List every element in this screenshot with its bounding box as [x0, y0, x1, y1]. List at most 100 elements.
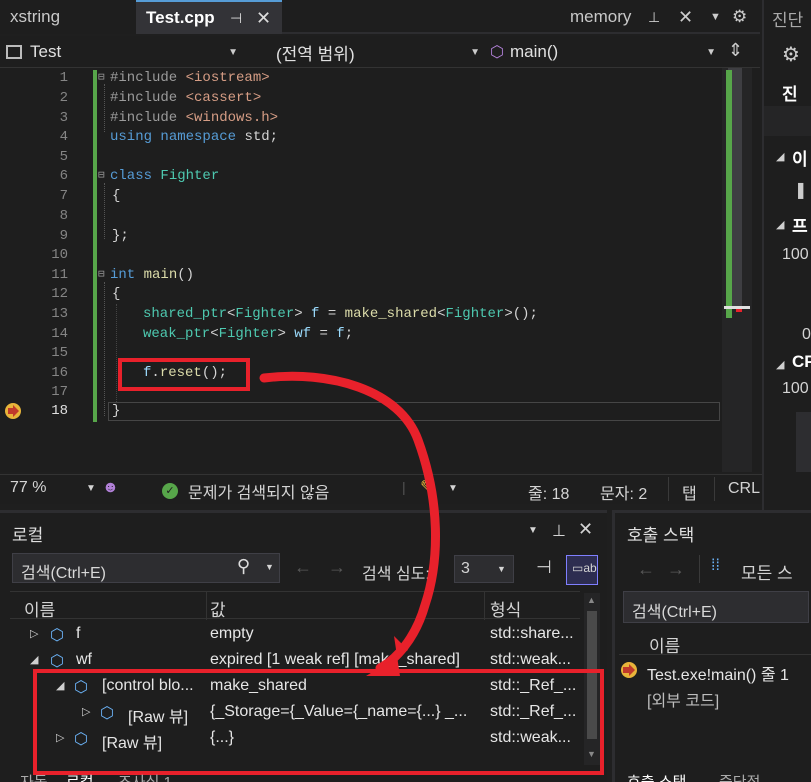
- column-indicator[interactable]: 문자: 2: [600, 480, 647, 504]
- current-line-highlight: [108, 402, 720, 421]
- chevron-down-icon[interactable]: ▼: [265, 562, 274, 572]
- tab-breakpoints[interactable]: 중단점: [719, 771, 760, 782]
- project-dropdown[interactable]: Test ▼: [6, 39, 242, 65]
- back-arrow-icon[interactable]: ←: [294, 557, 312, 578]
- close-icon[interactable]: ✕: [678, 7, 693, 28]
- forward-arrow-icon[interactable]: →: [328, 557, 346, 578]
- column-header-name[interactable]: 이름: [24, 596, 55, 621]
- code-line: shared_ptr<Fighter> f = make_shared<Figh…: [143, 306, 538, 322]
- divider: [714, 477, 715, 501]
- check-circle-icon: ✓: [162, 483, 178, 499]
- panel-title: 로컬: [12, 526, 44, 545]
- broom-icon[interactable]: ✎: [420, 477, 435, 498]
- close-icon[interactable]: ✕: [578, 519, 593, 540]
- tab-xstring[interactable]: xstring: [0, 0, 136, 34]
- divider: [699, 555, 700, 583]
- code-line: #include <windows.h>: [110, 110, 279, 126]
- tab-label: Test.cpp: [146, 8, 215, 27]
- change-overview: [726, 70, 732, 318]
- dropdown-icon[interactable]: ▼: [710, 11, 721, 23]
- search-icon[interactable]: ⚲: [237, 556, 250, 577]
- indent-guide: [116, 304, 117, 402]
- show-all-label[interactable]: 모든 스: [741, 559, 793, 584]
- search-depth-value: 3: [461, 560, 470, 577]
- collapse-icon[interactable]: ◢: [776, 358, 784, 371]
- chevron-down-icon: ▼: [86, 482, 96, 494]
- code-line: #include <iostream>: [110, 70, 270, 86]
- view-mode-button[interactable]: ▭ab: [566, 555, 598, 585]
- column-header-name[interactable]: 이름: [649, 632, 680, 657]
- member-dropdown[interactable]: ⬡ main() ▼: [490, 39, 720, 65]
- gear-icon[interactable]: ⚙: [732, 7, 747, 27]
- collapse-icon[interactable]: ◢: [776, 218, 784, 231]
- row-type: std::weak...: [490, 651, 571, 668]
- fold-icon[interactable]: ⊟: [98, 168, 105, 182]
- search-placeholder: 검색(Ctrl+E): [21, 565, 106, 582]
- callstack-row[interactable]: Test.exe!main() 줄 1: [619, 657, 811, 684]
- scroll-up-icon[interactable]: ▲: [587, 595, 596, 605]
- chevron-down-icon: ▼: [706, 46, 716, 58]
- bottom-tab-strip: 자동 로컬 조사식 1: [0, 771, 607, 782]
- navigation-bar: Test ▼ (전역 범위) ▼ ⬡ main() ▼ ⇕: [0, 36, 760, 68]
- tab-call-stack[interactable]: 호출 스택: [627, 771, 686, 782]
- collapse-icon[interactable]: ◢: [776, 150, 784, 163]
- chevron-down-icon[interactable]: ▼: [448, 483, 458, 494]
- copilot-icon[interactable]: ☻: [102, 479, 119, 497]
- pause-icon[interactable]: ❚❚: [794, 180, 811, 200]
- tab-test-cpp[interactable]: Test.cpp ⊣ ✕: [136, 0, 282, 34]
- zoom-select[interactable]: 77 % ▼: [10, 479, 96, 497]
- table-row[interactable]: ▷ ⬡ f empty std::share...: [10, 621, 580, 647]
- current-statement-arrow-icon: [5, 403, 21, 419]
- object-icon: ⬡: [50, 653, 64, 670]
- diagnostics-toolbar: [764, 106, 811, 136]
- line-indicator[interactable]: 줄: 18: [528, 480, 569, 504]
- pin-icon[interactable]: ⊥: [552, 521, 566, 541]
- annotation-box-reset: [118, 358, 250, 391]
- search-depth-select[interactable]: 3 ▼: [454, 555, 514, 583]
- forward-arrow-icon[interactable]: →: [667, 559, 685, 580]
- scope-dropdown[interactable]: (전역 범위) ▼: [248, 39, 484, 65]
- chevron-down-icon: ▼: [470, 46, 480, 58]
- scrollbar[interactable]: [796, 412, 811, 472]
- line-number: 9: [59, 228, 68, 244]
- diagnostics-tab-label[interactable]: 진단: [772, 6, 803, 31]
- fold-guide: [104, 183, 105, 239]
- vertical-scrollbar[interactable]: [722, 68, 752, 472]
- pin-icon[interactable]: ⊣: [230, 10, 242, 27]
- callstack-row[interactable]: [외부 코드]: [619, 683, 811, 710]
- close-icon[interactable]: ✕: [256, 8, 271, 29]
- split-icon[interactable]: ⇕: [728, 40, 743, 61]
- tab-indicator[interactable]: 탭: [682, 480, 697, 504]
- column-header-value[interactable]: 값: [210, 596, 226, 621]
- chevron-down-icon[interactable]: ▼: [528, 525, 538, 536]
- section-events: 이: [792, 150, 808, 169]
- code-editor[interactable]: 1 2 3 4 5 6 7 8 9 10 11 12 13 14 15 16 1…: [0, 68, 760, 472]
- call-stack-panel: 호출 스택 ← → ⁞⁞ 모든 스 검색(Ctrl+E) 이름 Test.exe…: [612, 510, 811, 782]
- fold-guide: [104, 84, 105, 132]
- issues-indicator[interactable]: ✓ 문제가 검색되지 않음: [162, 479, 329, 503]
- row-value: expired [1 weak ref] [make_shared]: [210, 651, 460, 668]
- locals-search-box[interactable]: 검색(Ctrl+E) ⚲ ▼: [12, 553, 280, 583]
- pin-icon[interactable]: ⊥: [648, 9, 660, 26]
- fold-icon[interactable]: ⊟: [98, 70, 105, 84]
- column-header-type[interactable]: 형식: [490, 596, 521, 621]
- pin-watch-icon[interactable]: ⊣: [536, 557, 552, 578]
- section-cpu: CP: [792, 352, 811, 371]
- eol-indicator[interactable]: CRL: [728, 480, 760, 498]
- column-divider: [206, 592, 207, 620]
- project-label: Test: [30, 42, 62, 61]
- collapse-icon[interactable]: ◢: [30, 653, 38, 666]
- line-number: 1: [59, 70, 68, 86]
- back-arrow-icon[interactable]: ←: [637, 559, 655, 580]
- code-line: {: [112, 286, 121, 302]
- threads-icon[interactable]: ⁞⁞: [711, 557, 720, 575]
- code-line: weak_ptr<Fighter> wf = f;: [143, 326, 354, 342]
- gear-icon[interactable]: ⚙: [782, 42, 800, 67]
- tab-locals[interactable]: 로컬: [66, 771, 94, 782]
- callstack-search-box[interactable]: 검색(Ctrl+E): [623, 591, 809, 623]
- tab-watch[interactable]: 조사식 1: [118, 771, 172, 782]
- fold-icon[interactable]: ⊟: [98, 267, 105, 281]
- tab-autos[interactable]: 자동: [20, 771, 48, 782]
- expand-icon[interactable]: ▷: [30, 627, 38, 640]
- tab-memory[interactable]: memory ⊥ ✕ ▼ ⚙: [560, 0, 760, 34]
